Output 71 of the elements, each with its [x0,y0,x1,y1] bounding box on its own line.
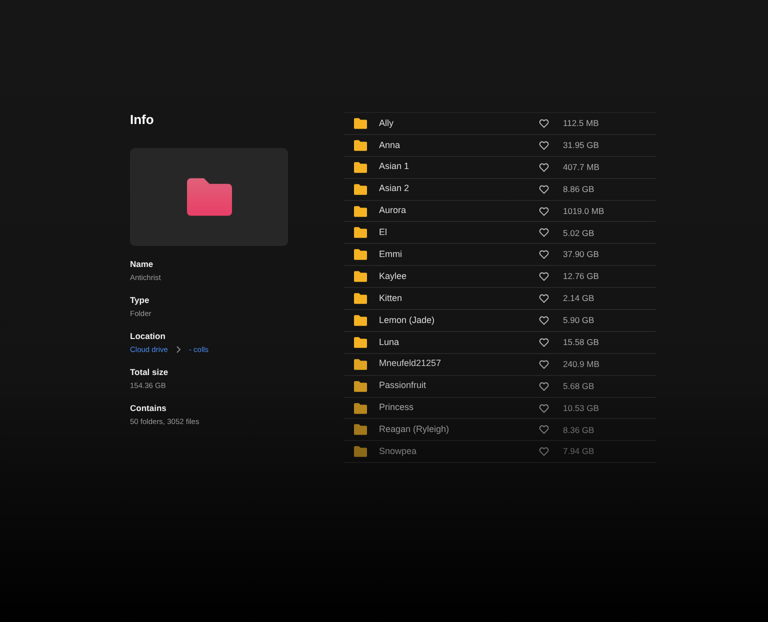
file-name: Princess [379,401,415,414]
file-name: Anna [379,138,402,152]
folder-icon [354,184,367,195]
file-size: 5.68 GB [563,380,594,392]
file-size: 15.58 GB [563,336,599,349]
folder-icon [354,162,367,173]
file-size: 407.7 MB [563,160,600,174]
field-label: Name [130,258,154,270]
file-size: 240.9 MB [563,358,600,371]
file-name: Kaylee [379,270,408,283]
heart-icon[interactable] [539,425,549,434]
chevron-icon [176,346,181,354]
file-name: Passionfruit [379,379,428,392]
folder-icon [354,380,367,392]
folder-icon [354,293,367,304]
folder-icon [354,358,367,370]
info-title: Info [130,112,155,128]
field-label: Location [130,330,166,342]
file-name: Kitten [379,292,404,305]
heart-icon[interactable] [539,140,549,150]
folder-icon [354,446,367,458]
folder-icon [354,206,367,216]
file-name: El [379,226,388,240]
folder-icon [354,227,367,238]
file-name: Asian 1 [379,160,410,174]
field-label: Total size [130,366,170,378]
heart-icon[interactable] [539,316,549,325]
file-size: 2.14 GB [563,292,594,305]
folder-icon [354,140,367,151]
file-size: 31.95 GB [563,138,599,152]
file-name: Lemon (Jade) [379,314,436,327]
heart-icon[interactable] [539,184,549,194]
file-size: 37.90 GB [563,248,599,262]
file-size: 5.90 GB [563,314,594,327]
heart-icon[interactable] [539,382,549,391]
heart-icon[interactable] [539,404,549,413]
heart-icon[interactable] [539,360,549,369]
folder-icon [354,402,367,414]
file-name: Mneufeld21257 [379,357,442,370]
heart-icon[interactable] [539,272,549,282]
heart-icon[interactable] [539,250,549,260]
heart-icon[interactable] [539,118,549,128]
folder-icon [354,118,367,129]
file-size: 8.36 GB [563,424,594,436]
file-name: Reagan (Ryleigh) [379,423,450,436]
file-size: 7.94 GB [563,445,594,458]
field-label: Contains [130,402,168,414]
heart-icon[interactable] [539,338,549,347]
folder-icon [186,178,232,216]
file-size: 12.76 GB [563,270,599,284]
file-size: 10.53 GB [563,402,599,414]
file-name: Aurora [379,204,408,218]
file-size: 1019.0 MB [563,204,604,218]
folder-icon [354,424,367,436]
file-size: 5.02 GB [563,226,594,240]
file-name: Luna [379,336,400,349]
file-size: 8.86 GB [563,182,594,196]
heart-icon[interactable] [539,228,549,238]
heart-icon[interactable] [539,162,549,172]
file-name: Ally [379,116,395,130]
heart-icon[interactable] [539,206,549,216]
field-label: Type [130,294,150,306]
heart-icon[interactable] [539,294,549,304]
folder-icon [354,271,367,282]
file-name: Emmi [379,248,403,262]
folder-icon [354,249,367,260]
file-size: 112.5 MB [563,117,599,130]
folder-icon [354,314,367,326]
folder-icon [354,336,367,348]
file-name: Snowpea [379,445,418,458]
file-name: Asian 2 [379,182,410,196]
